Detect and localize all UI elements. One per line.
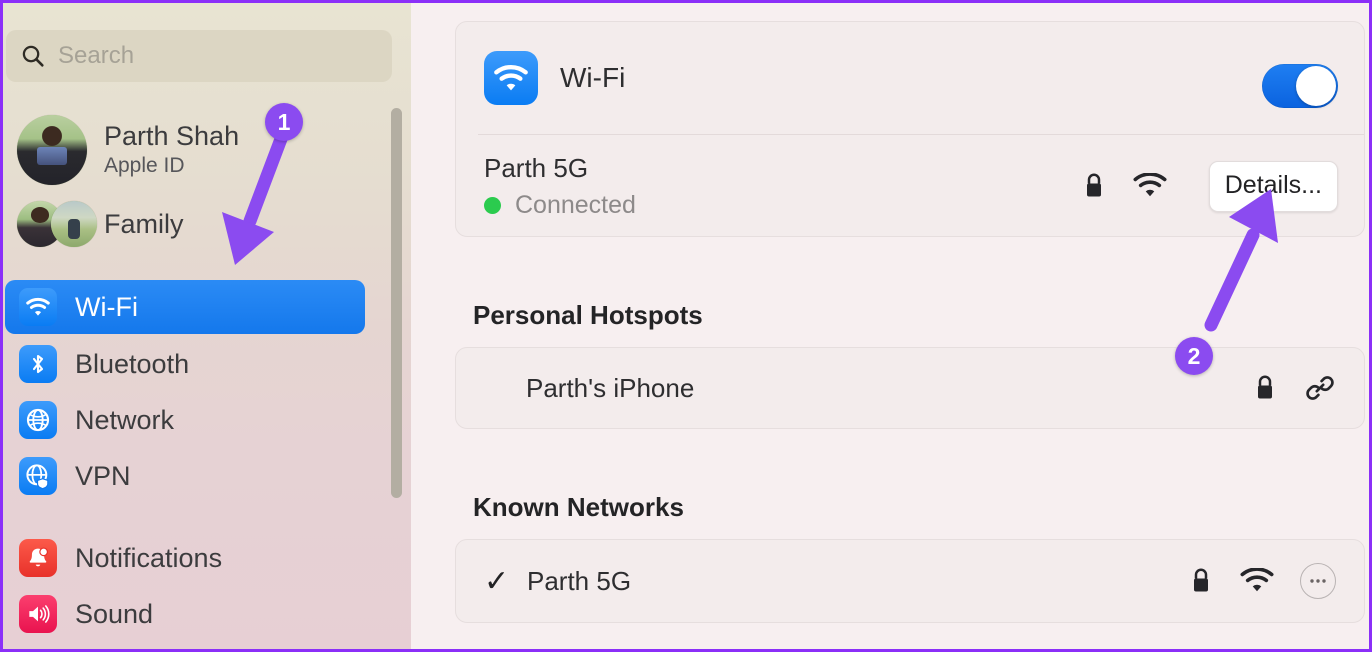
network-globe-icon [19, 401, 57, 439]
sidebar-item-label: VPN [75, 460, 131, 491]
list-item[interactable]: Parth's iPhone [456, 348, 1364, 428]
toggle-knob [1296, 66, 1336, 106]
lock-icon [1194, 568, 1208, 592]
sidebar-item-bluetooth[interactable]: Bluetooth [5, 337, 365, 391]
sidebar-item-wifi[interactable]: Wi-Fi [5, 280, 365, 334]
wifi-toggle[interactable] [1262, 64, 1338, 108]
network-name: Parth 5G [527, 565, 632, 596]
list-item[interactable]: ✓ Parth 5G [456, 540, 1364, 622]
sidebar-item-label: Bluetooth [75, 348, 190, 379]
search-icon [22, 45, 44, 67]
sidebar-item-sound[interactable]: Sound [5, 587, 365, 641]
lock-icon [1086, 173, 1101, 197]
avatar [17, 115, 87, 185]
annotation-badge-2: 2 [1175, 337, 1213, 375]
hotspot-card: Parth's iPhone [455, 347, 1365, 429]
more-options-icon[interactable] [1300, 563, 1336, 599]
account-subtitle: Apple ID [104, 153, 185, 177]
sidebar-item-notifications[interactable]: Notifications [5, 531, 365, 585]
lock-icon [1258, 375, 1272, 399]
wifi-icon [484, 51, 538, 105]
speaker-icon [19, 595, 57, 633]
sidebar-item-label: Sound [75, 598, 154, 629]
wifi-icon [19, 288, 57, 326]
network-name: Parth 5G [484, 152, 589, 183]
avatar [51, 201, 97, 247]
sidebar-item-partial[interactable] [5, 643, 365, 649]
bell-icon [19, 539, 57, 577]
status-dot-icon [484, 196, 501, 214]
search-input[interactable] [58, 42, 368, 70]
wifi-card: Wi-Fi Parth 5G Connected Details... [455, 21, 1365, 237]
sidebar-item-label: Wi-Fi [75, 291, 138, 322]
wifi-signal-icon [1133, 173, 1167, 197]
account-row-family[interactable]: Family [17, 201, 184, 247]
annotation-badge-1: 1 [265, 103, 303, 141]
app-window: Parth Shah Apple ID Family Wi-Fi [0, 0, 1372, 652]
details-button[interactable]: Details... [1208, 160, 1338, 212]
sidebar-item-network[interactable]: Network [5, 393, 365, 447]
section-title-hotspots: Personal Hotspots [473, 300, 703, 330]
account-row-apple-id[interactable]: Parth Shah Apple ID [17, 115, 239, 185]
hotspot-name: Parth's iPhone [526, 372, 695, 403]
bluetooth-icon [19, 345, 57, 383]
wifi-signal-icon [1240, 568, 1274, 592]
page-title: Wi-Fi [560, 62, 626, 93]
account-name: Family [104, 208, 184, 239]
status-badge: Connected [484, 191, 636, 220]
known-networks-card: ✓ Parth 5G [455, 539, 1365, 623]
checkmark-icon: ✓ [484, 564, 510, 598]
main-content: Wi-Fi Parth 5G Connected Details... Pers… [411, 3, 1369, 649]
sidebar-scrollbar[interactable] [391, 108, 402, 498]
section-title-known-networks: Known Networks [473, 492, 684, 522]
account-name: Parth Shah [104, 120, 240, 151]
connected-network-row[interactable]: Parth 5G Connected Details... [456, 134, 1364, 238]
family-avatars [17, 201, 97, 247]
status-text: Connected [515, 190, 636, 219]
search-field[interactable] [6, 30, 392, 82]
link-icon [1306, 376, 1334, 400]
vpn-shield-icon [19, 457, 57, 495]
sidebar-item-vpn[interactable]: VPN [5, 449, 365, 503]
wifi-card-header: Wi-Fi [456, 22, 1364, 134]
sidebar-item-label: Network [75, 404, 175, 435]
sidebar-item-label: Notifications [75, 542, 223, 573]
sidebar: Parth Shah Apple ID Family Wi-Fi [3, 3, 411, 649]
